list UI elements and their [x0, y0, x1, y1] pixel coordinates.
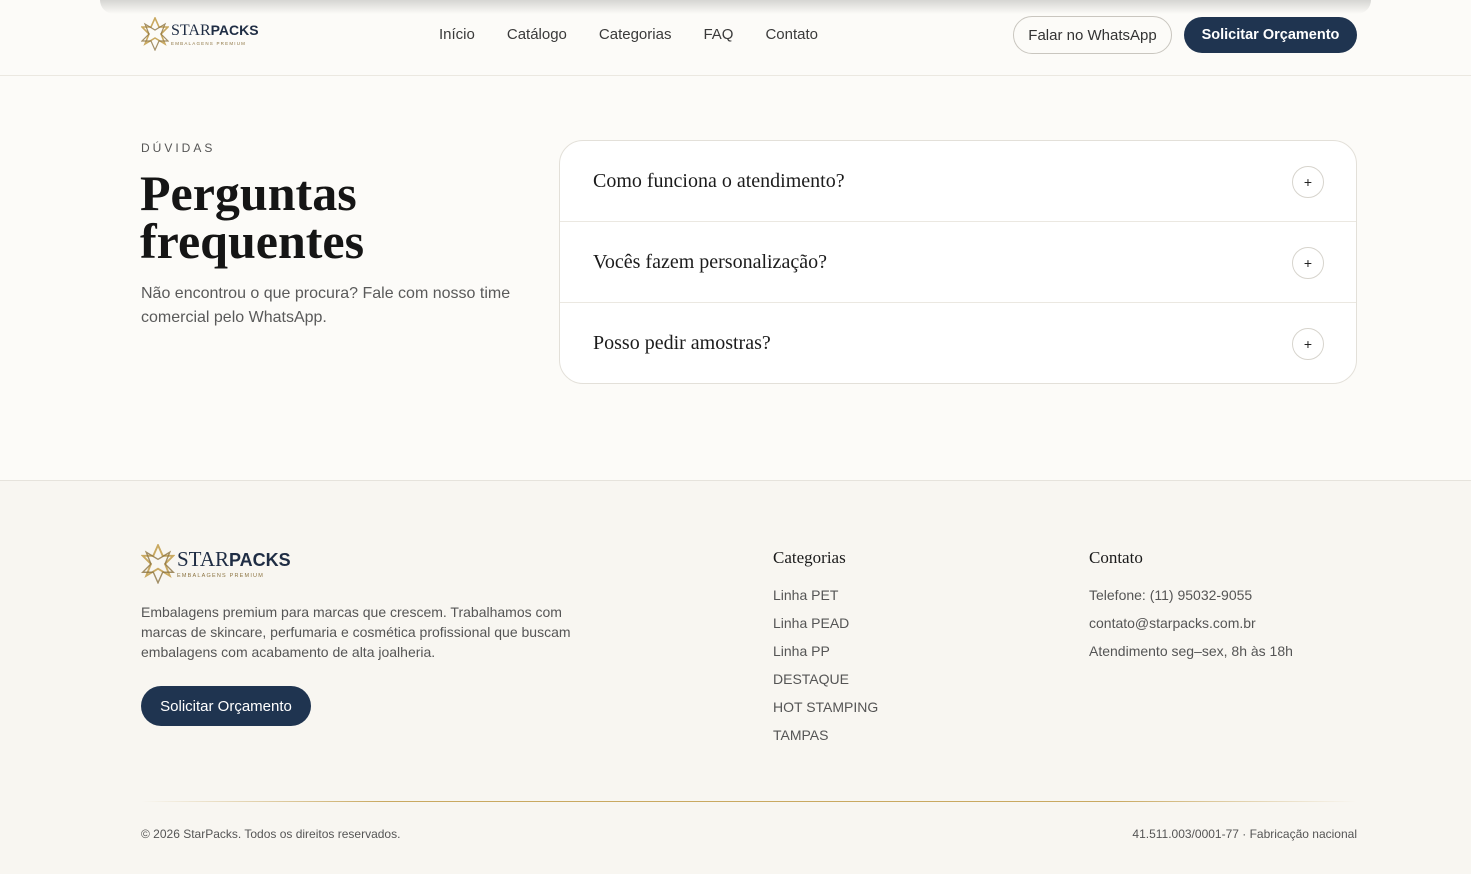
logo-word-packs: PACKS	[229, 550, 291, 570]
logo-word-packs: PACKS	[210, 21, 259, 38]
nav-link-faq[interactable]: FAQ	[703, 26, 733, 43]
faq-item[interactable]: Posso pedir amostras? +	[560, 303, 1356, 383]
logo-wordmark: STARPACKS	[171, 21, 259, 39]
logo-tagline: EMBALAGENS PREMIUM	[171, 40, 247, 46]
faq-item[interactable]: Vocês fazem personalização? +	[560, 222, 1356, 303]
footer-legal: 41.511.003/0001-77 · Fabricação nacional	[1132, 827, 1357, 841]
footer-contact-list: Telefone: (11) 95032-9055 contato@starpa…	[1089, 581, 1293, 665]
main-nav: Início Catálogo Categorias FAQ Contato	[439, 26, 818, 43]
footer-contact-title: Contato	[1089, 548, 1143, 567]
faq-accordion: Como funciona o atendimento? + Vocês faz…	[559, 140, 1357, 384]
star-logo-icon	[141, 544, 175, 584]
header-shadow	[100, 0, 1371, 14]
faq-eyebrow: DÚVIDAS	[141, 141, 216, 155]
expand-plus-icon[interactable]: +	[1292, 166, 1324, 198]
expand-plus-icon[interactable]: +	[1292, 328, 1324, 360]
faq-subtitle: Não encontrou o que procura? Fale com no…	[141, 285, 511, 326]
footer-categories-list: Linha PET Linha PEAD Linha PP DESTAQUE H…	[773, 581, 878, 749]
footer-category-link[interactable]: DESTAQUE	[773, 665, 878, 693]
nav-link-inicio[interactable]: Início	[439, 26, 475, 43]
header-quote-button[interactable]: Solicitar Orçamento	[1184, 17, 1357, 53]
footer-categories-title: Categorias	[773, 548, 846, 567]
logo-word-star: STAR	[177, 547, 229, 571]
nav-link-categorias[interactable]: Categorias	[599, 26, 672, 43]
header-logo[interactable]: STARPACKS EMBALAGENS PREMIUM	[141, 17, 259, 51]
footer-copyright: © 2026 StarPacks. Todos os direitos rese…	[141, 827, 401, 841]
logo-word-star: STAR	[171, 21, 211, 39]
footer-logo[interactable]: STARPACKS EMBALAGENS PREMIUM	[141, 544, 291, 584]
footer-hours: Atendimento seg–sex, 8h às 18h	[1089, 643, 1293, 659]
whatsapp-button[interactable]: Falar no WhatsApp	[1013, 16, 1172, 54]
faq-question: Posso pedir amostras?	[593, 332, 771, 354]
footer-category-link[interactable]: HOT STAMPING	[773, 693, 878, 721]
footer-category-link[interactable]: Linha PEAD	[773, 609, 878, 637]
faq-question: Como funciona o atendimento?	[593, 169, 845, 192]
star-logo-icon	[141, 17, 169, 51]
footer-quote-button[interactable]: Solicitar Orçamento	[141, 686, 311, 726]
logo-wordmark: STARPACKS	[177, 549, 291, 570]
footer-category-link[interactable]: TAMPAS	[773, 721, 878, 749]
footer-email[interactable]: contato@starpacks.com.br	[1089, 609, 1293, 637]
footer-description: Embalagens premium para marcas que cresc…	[141, 604, 571, 660]
site-header: STARPACKS EMBALAGENS PREMIUM Início Catá…	[0, 0, 1471, 76]
nav-link-contato[interactable]: Contato	[765, 26, 818, 43]
nav-link-catalogo[interactable]: Catálogo	[507, 26, 567, 43]
footer-phone[interactable]: Telefone: (11) 95032-9055	[1089, 581, 1293, 609]
footer-divider	[141, 801, 1357, 802]
faq-item[interactable]: Como funciona o atendimento? +	[560, 141, 1356, 222]
logo-tagline: EMBALAGENS PREMIUM	[177, 573, 265, 579]
faq-question: Vocês fazem personalização?	[593, 250, 827, 273]
footer-category-link[interactable]: Linha PET	[773, 581, 878, 609]
site-footer: STARPACKS EMBALAGENS PREMIUM Embalagens …	[0, 480, 1471, 874]
faq-title: Perguntas frequentes	[140, 165, 365, 269]
footer-category-link[interactable]: Linha PP	[773, 637, 878, 665]
expand-plus-icon[interactable]: +	[1292, 247, 1324, 279]
